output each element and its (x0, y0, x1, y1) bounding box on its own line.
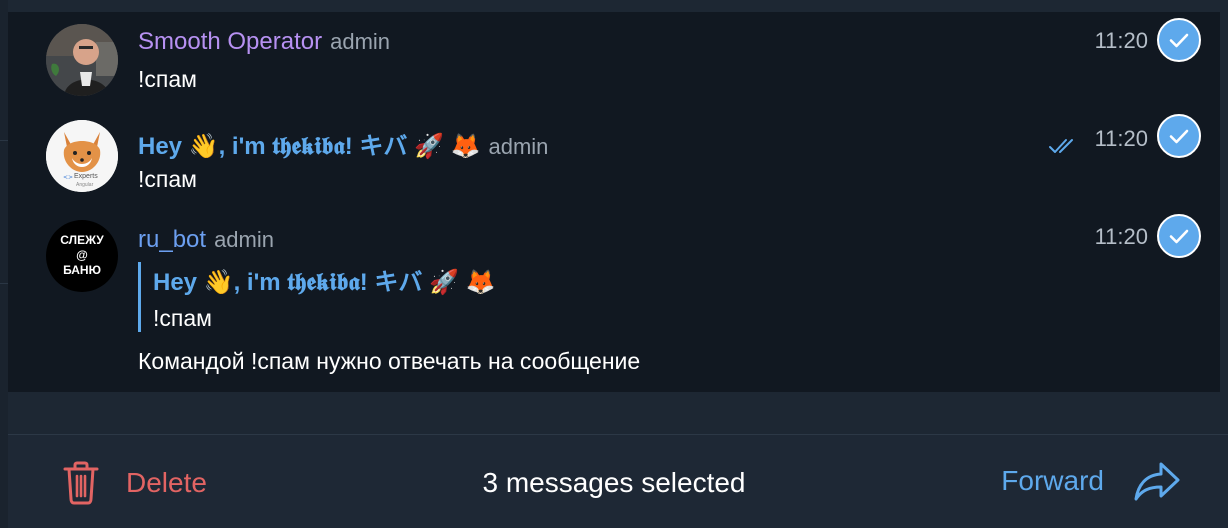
svg-text:<>: <> (63, 174, 73, 181)
sender-line: Smooth Operator admin (138, 28, 390, 56)
selected-messages-area: Smooth Operator admin !спам 11:20 <> Exp… (8, 12, 1220, 392)
left-edge-strip (0, 0, 8, 528)
person-photo-avatar-icon (46, 24, 118, 96)
check-icon (1169, 229, 1189, 244)
sender-name[interactable]: Hey 👋, i'm 𝖙𝖍𝖊𝖐𝖎𝖇𝖆! キバ 🚀 🦊 (138, 126, 481, 161)
avatar[interactable]: <> Experts Angular (46, 120, 118, 192)
forward-label[interactable]: Forward (1001, 465, 1104, 497)
reply-quote[interactable]: Hey 👋, i'm 𝖙𝖍𝖊𝖐𝖎𝖇𝖆! キバ 🚀 🦊 !спам (138, 262, 496, 332)
message-time: 11:20 (1094, 224, 1148, 249)
forward-arrow-icon (1134, 462, 1180, 501)
message-time: 11:20 (1094, 126, 1148, 151)
message-list-gap (8, 392, 1228, 434)
avatar-text: СЛЕЖУ @ БАНЮ (60, 233, 104, 277)
message-text: !спам (138, 66, 197, 92)
message-text: Командой !спам нужно отвечать на сообщен… (138, 348, 641, 374)
sender-line: Hey 👋, i'm 𝖙𝖍𝖊𝖐𝖎𝖇𝖆! キバ 🚀 🦊 admin (138, 126, 548, 161)
message-row[interactable]: <> Experts Angular Hey 👋, i'm 𝖙𝖍𝖊𝖐𝖎𝖇𝖆! キ… (8, 110, 1220, 210)
role-badge: admin (214, 227, 274, 252)
avatar-caption: Experts (74, 173, 98, 180)
message-row[interactable]: Smooth Operator admin !спам 11:20 (8, 12, 1220, 110)
top-gap (8, 0, 1228, 12)
message-text: !спам (138, 166, 197, 192)
sender-line: ru_bot admin (138, 226, 274, 254)
check-icon (1169, 129, 1189, 144)
selected-check[interactable] (1157, 214, 1201, 258)
message-time: 11:20 (1094, 28, 1148, 53)
reply-text: !спам (153, 305, 212, 331)
forward-button[interactable]: Forward (1001, 461, 1180, 501)
sender-name[interactable]: ru_bot (138, 226, 206, 254)
role-badge: admin (488, 134, 549, 159)
selection-toolbar: Delete 3 messages selected Forward (8, 434, 1228, 528)
reply-sender-name: Hey 👋, i'm 𝖙𝖍𝖊𝖐𝖎𝖇𝖆! キバ 🚀 🦊 (153, 269, 496, 296)
role-badge: admin (330, 29, 391, 54)
selected-check[interactable] (1157, 114, 1201, 158)
message-row[interactable]: СЛЕЖУ @ БАНЮ ru_bot admin Hey 👋, i'm 𝖙𝖍𝖊… (8, 210, 1220, 392)
avatar-subcaption: Angular (76, 182, 94, 188)
check-icon (1169, 33, 1189, 48)
selected-check[interactable] (1157, 18, 1201, 62)
avatar[interactable] (46, 24, 118, 96)
avatar[interactable]: СЛЕЖУ @ БАНЮ (46, 220, 118, 292)
double-check-icon (1049, 139, 1073, 153)
sender-name[interactable]: Smooth Operator (138, 28, 322, 56)
